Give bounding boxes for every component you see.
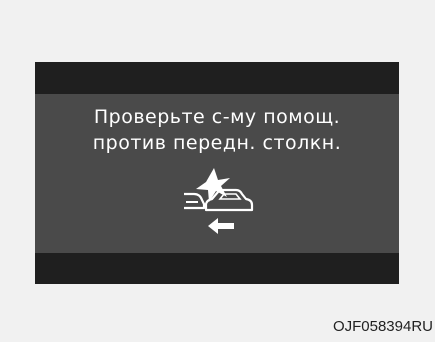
forward-collision-assist-warning-icon	[180, 164, 260, 244]
display-bottom-bar	[35, 253, 399, 284]
warning-line-2: против передн. столкн.	[92, 132, 342, 154]
figure-code: OJF058394RU	[332, 318, 433, 335]
instrument-cluster-display: Проверьте с-му помощ. против передн. сто…	[35, 62, 399, 284]
arrow-left-icon	[208, 218, 234, 234]
display-top-bar	[35, 62, 399, 94]
warning-message: Проверьте с-му помощ. против передн. сто…	[35, 104, 399, 156]
warning-line-1: Проверьте с-му помощ.	[93, 106, 341, 128]
